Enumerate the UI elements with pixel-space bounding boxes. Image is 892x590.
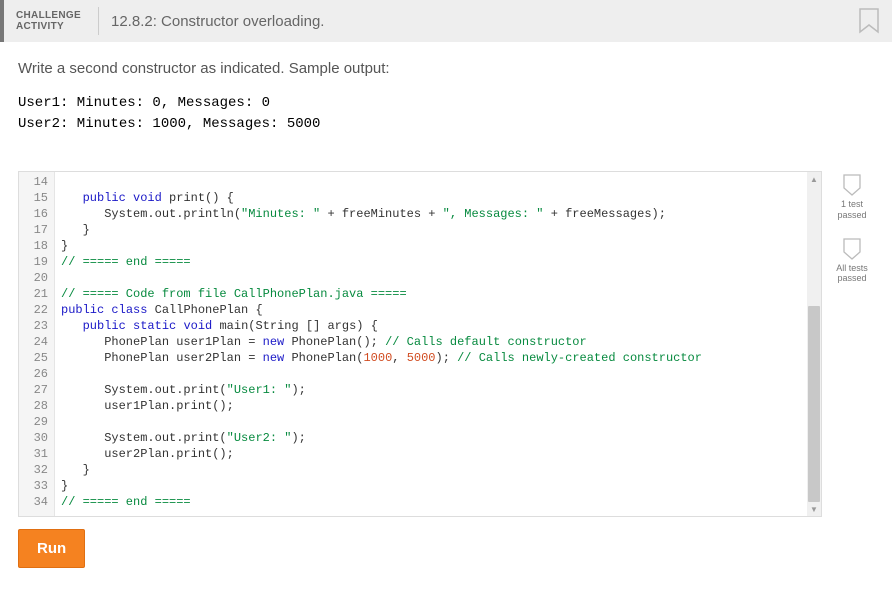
shield-icon bbox=[842, 173, 862, 197]
content: Write a second constructor as indicated.… bbox=[0, 42, 892, 582]
all-tests-badge: All testspassed bbox=[836, 237, 868, 285]
header-title: 12.8.2: Constructor overloading. bbox=[111, 13, 324, 30]
scroll-thumb[interactable] bbox=[808, 306, 820, 502]
sample-output: User1: Minutes: 0, Messages: 0 User2: Mi… bbox=[18, 93, 874, 135]
vertical-scrollbar[interactable]: ▲ ▼ bbox=[807, 172, 821, 516]
code-editor[interactable]: 1415161718192021222324252627282930313233… bbox=[18, 171, 822, 517]
one-test-badge: 1 testpassed bbox=[837, 173, 866, 221]
one-test-label: 1 testpassed bbox=[837, 199, 866, 221]
scroll-up-arrow-icon[interactable]: ▲ bbox=[807, 172, 821, 186]
header-label-line1: CHALLENGE bbox=[16, 10, 81, 21]
header-label-line2: ACTIVITY bbox=[16, 21, 64, 32]
all-tests-label: All testspassed bbox=[836, 263, 868, 285]
header-divider bbox=[98, 7, 99, 35]
test-badges: 1 testpassed All testspassed bbox=[822, 171, 874, 284]
scroll-down-arrow-icon[interactable]: ▼ bbox=[807, 502, 821, 516]
code-body[interactable]: public void print() { System.out.println… bbox=[55, 172, 807, 516]
instructions-text: Write a second constructor as indicated.… bbox=[18, 60, 874, 77]
header-label: CHALLENGE ACTIVITY bbox=[16, 10, 86, 32]
line-number-gutter: 1415161718192021222324252627282930313233… bbox=[19, 172, 55, 516]
bookmark-icon[interactable] bbox=[858, 8, 880, 41]
run-button[interactable]: Run bbox=[18, 529, 85, 568]
challenge-header: CHALLENGE ACTIVITY 12.8.2: Constructor o… bbox=[0, 0, 892, 42]
editor-area: 1415161718192021222324252627282930313233… bbox=[18, 171, 874, 517]
shield-icon bbox=[842, 237, 862, 261]
